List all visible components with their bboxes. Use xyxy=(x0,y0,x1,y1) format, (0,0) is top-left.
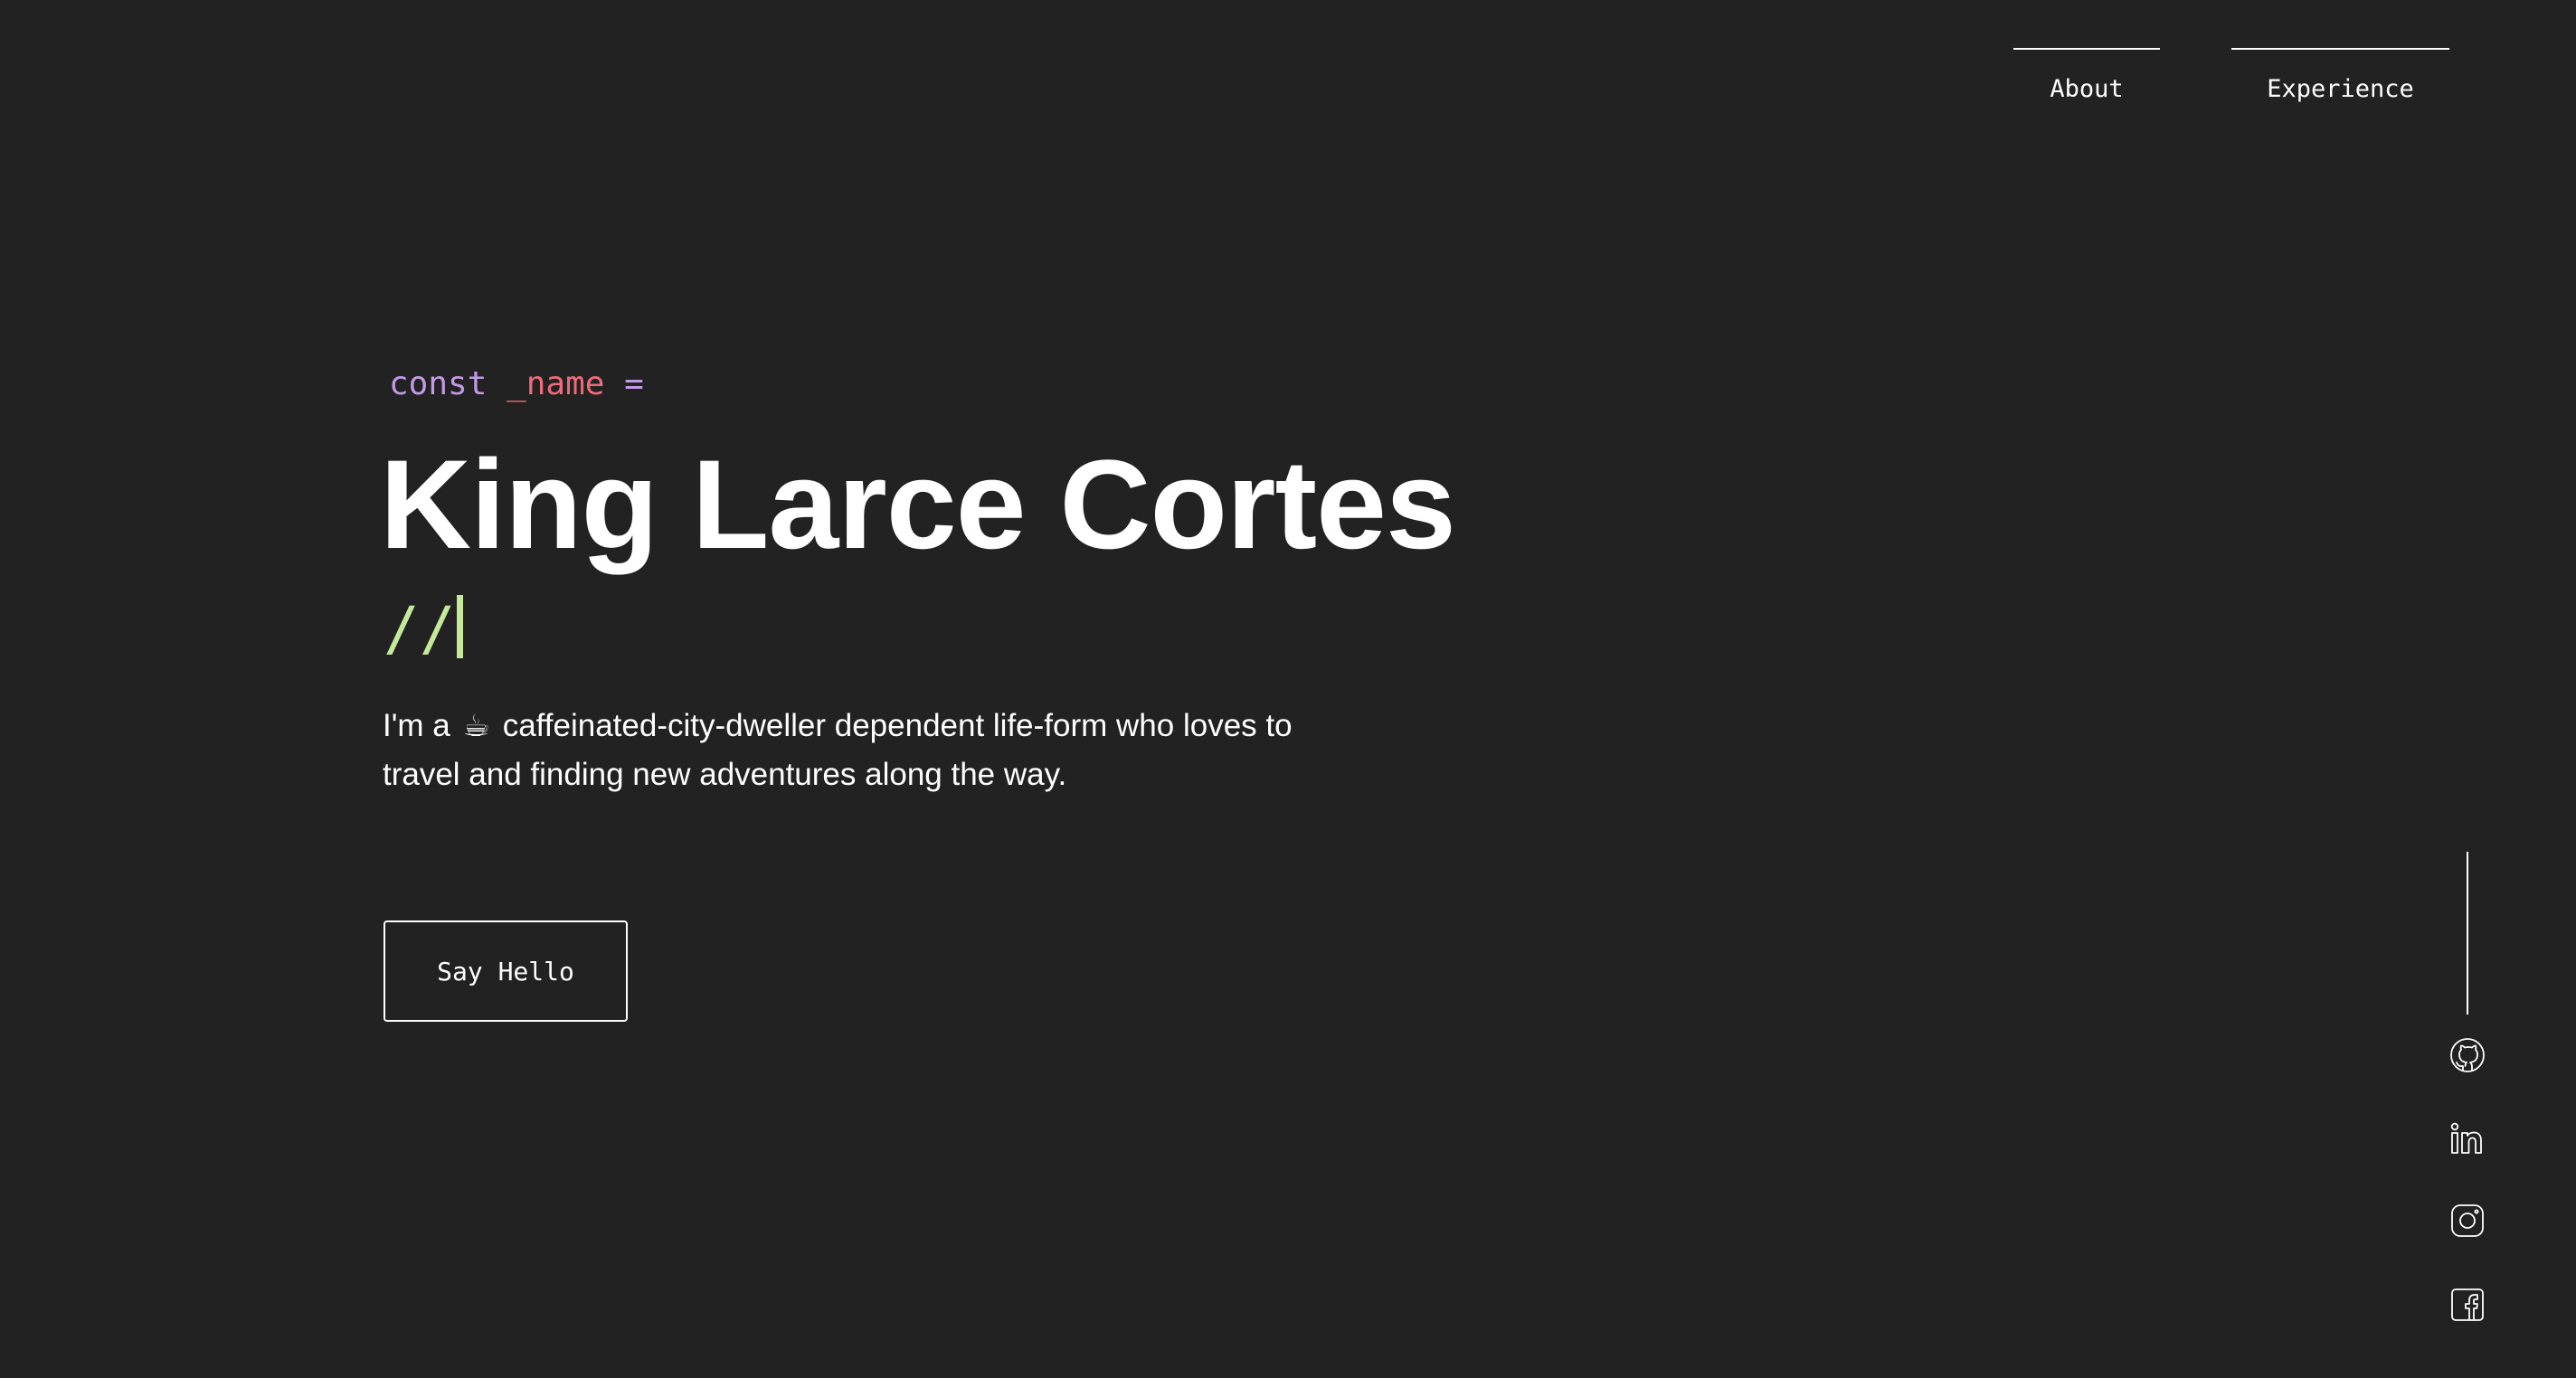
linkedin-icon[interactable] xyxy=(2448,1119,2487,1159)
intro-text-end: caffeinated-city-dweller dependent life-… xyxy=(383,708,1293,792)
intro-text-start: I'm a xyxy=(383,708,450,743)
coffee-icon: ☕ xyxy=(462,709,490,743)
github-icon[interactable] xyxy=(2448,1035,2487,1075)
code-keyword: const xyxy=(389,365,488,402)
code-variable: _name xyxy=(507,365,605,402)
nav-link-experience[interactable]: Experience xyxy=(2231,48,2449,111)
code-comment: // xyxy=(384,593,464,665)
hero-intro: I'm a ☕ caffeinated-city-dweller depende… xyxy=(383,702,1296,798)
facebook-icon[interactable] xyxy=(2448,1285,2487,1325)
code-operator: = xyxy=(624,365,644,402)
hero-name: King Larce Cortes xyxy=(380,433,1456,575)
social-divider xyxy=(2467,852,2468,1015)
instagram-icon[interactable] xyxy=(2448,1201,2487,1241)
say-hello-button[interactable]: Say Hello xyxy=(384,920,628,1022)
nav-link-about[interactable]: About xyxy=(2013,48,2160,111)
top-nav: About Experience xyxy=(0,48,2576,120)
code-declaration: const _name = xyxy=(389,363,644,405)
comment-slashes: // xyxy=(384,594,456,664)
typing-caret xyxy=(457,595,464,658)
